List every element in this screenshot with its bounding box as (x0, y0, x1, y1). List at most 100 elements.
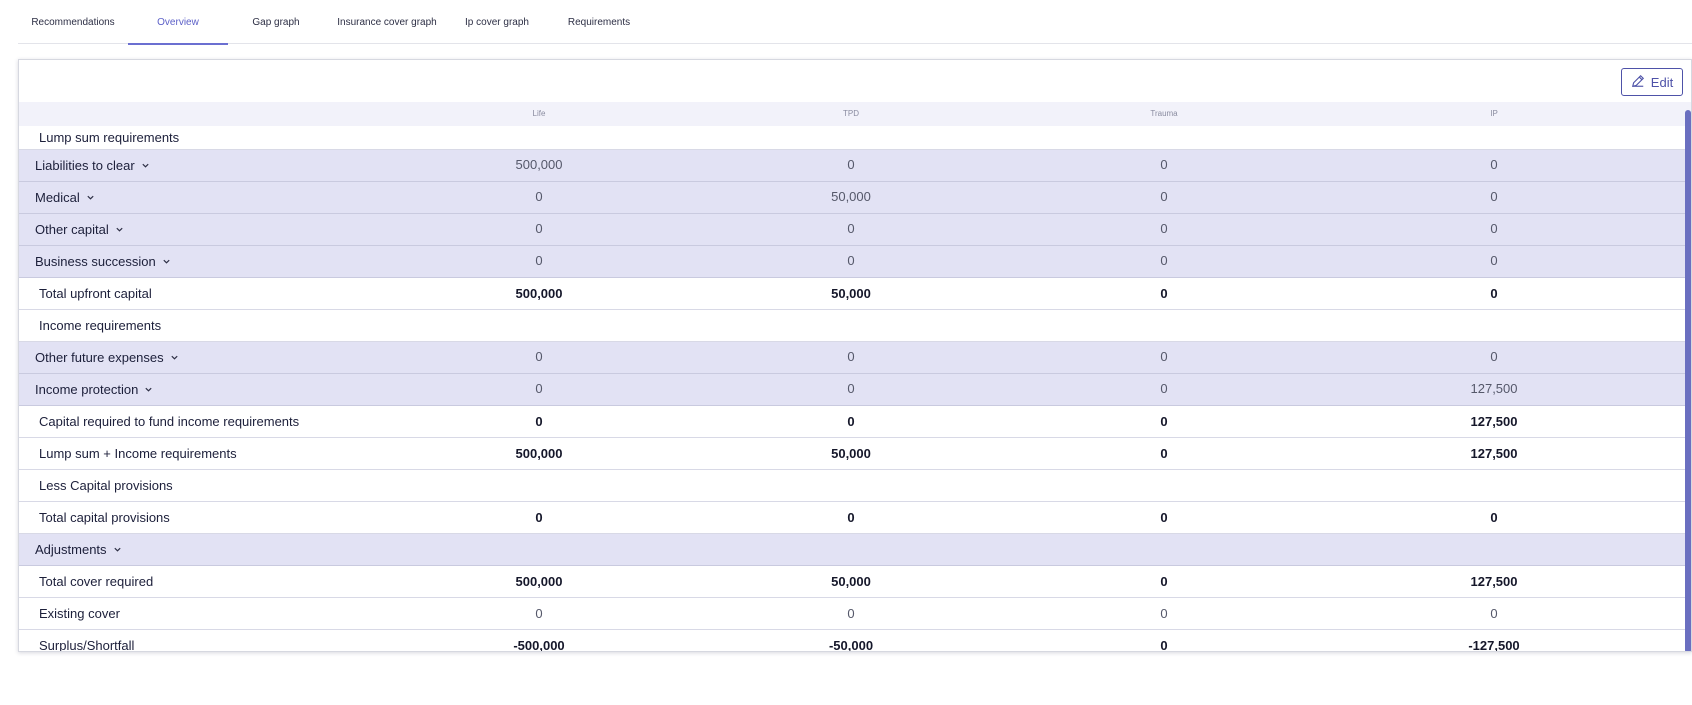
cell-trauma: 0 (1160, 606, 1168, 621)
cell-life: 0 (535, 510, 543, 525)
tab-gap-graph[interactable]: Gap graph (228, 0, 324, 44)
table-row[interactable]: Other capital 0 0 0 0 (19, 214, 1685, 246)
cell-ip: 127,500 (1470, 414, 1518, 429)
cell-life: 500,000 (515, 286, 563, 301)
chevron-down-icon[interactable] (162, 257, 171, 266)
cell-ip: 0 (1490, 606, 1498, 621)
table-row[interactable]: Medical 0 50,000 0 0 (19, 182, 1685, 214)
column-header-ip: IP (1490, 109, 1498, 118)
table-row[interactable]: Other future expenses 0 0 0 0 (19, 342, 1685, 374)
row-label: Surplus/Shortfall (39, 630, 135, 652)
cell-life: 500,000 (515, 446, 563, 461)
cell-tpd: 0 (847, 157, 855, 172)
chevron-down-icon[interactable] (86, 193, 95, 202)
cell-ip: 0 (1490, 253, 1498, 268)
cell-tpd: 50,000 (831, 189, 871, 204)
row-label-text: Income protection (35, 382, 139, 397)
cell-trauma: 0 (1160, 253, 1168, 268)
chevron-down-icon[interactable] (113, 545, 122, 554)
cell-trauma: 0 (1160, 510, 1168, 525)
table-row: Less Capital provisions (19, 470, 1685, 502)
cell-tpd: 50,000 (831, 286, 871, 301)
cell-tpd: 0 (847, 510, 855, 525)
cell-tpd: -50,000 (828, 638, 874, 652)
tab-bar: Recommendations Overview Gap graph Insuranc… (18, 0, 1692, 45)
table-row[interactable]: Income protection 0 0 0 127,500 (19, 374, 1685, 406)
edit-button[interactable]: Edit (1621, 68, 1683, 96)
cell-trauma: 0 (1160, 574, 1168, 589)
row-label: Other capital (35, 214, 124, 245)
cell-life: 0 (535, 606, 543, 621)
row-label-text: Adjustments (35, 542, 107, 557)
table-row: Income requirements (19, 310, 1685, 342)
cell-life: 0 (535, 221, 543, 236)
overview-card: Edit Life TPD Trauma IP Lump sum requiremen… (18, 59, 1692, 652)
cell-tpd: 0 (847, 253, 855, 268)
cell-trauma: 0 (1160, 349, 1168, 364)
row-label: Less Capital provisions (39, 470, 173, 501)
chevron-down-icon[interactable] (141, 161, 150, 170)
chevron-down-icon[interactable] (115, 225, 124, 234)
table-row[interactable]: Adjustments (19, 534, 1685, 566)
cell-trauma: 0 (1160, 414, 1168, 429)
row-label: Lump sum requirements (39, 126, 179, 149)
cell-tpd: 0 (847, 414, 855, 429)
cell-ip: 0 (1490, 221, 1498, 236)
row-label-text: Surplus/Shortfall (39, 638, 135, 652)
cell-ip: 0 (1490, 189, 1498, 204)
table-row[interactable]: Business succession 0 0 0 0 (19, 246, 1685, 278)
vertical-scrollbar[interactable] (1685, 110, 1691, 651)
cell-ip: 0 (1490, 510, 1498, 525)
row-label-text: Total cover required (39, 574, 154, 589)
row-label: Income protection (35, 374, 153, 405)
row-label-text: Lump sum requirements (39, 130, 180, 145)
row-label-text: Medical (35, 190, 80, 205)
cell-life: 0 (535, 414, 543, 429)
pencil-icon (1631, 74, 1645, 91)
cell-tpd: 0 (847, 606, 855, 621)
row-label-text: Capital required to fund income requirem… (39, 414, 300, 429)
cell-trauma: 0 (1160, 189, 1168, 204)
tab-insurance-cover-graph[interactable]: Insurance cover graph (324, 0, 450, 44)
row-label-text: Total upfront capital (39, 286, 152, 301)
tab-requirements[interactable]: Requirements (544, 0, 654, 44)
row-label: Medical (35, 182, 95, 213)
row-label-text: Lump sum + Income requirements (39, 446, 237, 461)
chevron-down-icon[interactable] (144, 385, 153, 394)
cell-trauma: 0 (1160, 381, 1168, 396)
cell-trauma: 0 (1160, 638, 1168, 652)
row-label: Total capital provisions (39, 502, 170, 533)
cell-tpd: 0 (847, 221, 855, 236)
table-row: Lump sum requirements (19, 126, 1685, 150)
table-row: Surplus/Shortfall -500,000 -50,000 0 -127,50… (19, 630, 1685, 652)
edit-label: Edit (1650, 74, 1674, 90)
cell-life: 500,000 (515, 157, 563, 172)
tab-ip-cover-graph[interactable]: Ip cover graph (450, 0, 544, 44)
row-label-text: Other capital (35, 222, 109, 237)
row-label: Total upfront capital (39, 278, 152, 309)
table-row[interactable]: Liabilities to clear 500,000 0 0 0 (19, 150, 1685, 182)
row-label: Income requirements (39, 310, 161, 341)
column-header-life: Life (532, 109, 546, 118)
row-label-text: Liabilities to clear (35, 158, 135, 173)
tab-recommendations[interactable]: Recommendations (18, 0, 128, 44)
cell-trauma: 0 (1160, 446, 1168, 461)
table-row: Lump sum + Income requirements 500,000 50,… (19, 438, 1685, 470)
cell-life: 0 (535, 349, 543, 364)
cell-ip: 127,500 (1470, 574, 1518, 589)
cell-life: 0 (535, 253, 543, 268)
column-header-trauma: Trauma (1150, 109, 1178, 118)
table-header: Life TPD Trauma IP (19, 102, 1691, 126)
row-label: Capital required to fund income requirem… (39, 406, 299, 437)
cell-ip: 0 (1490, 157, 1498, 172)
row-label-text: Less Capital provisions (39, 478, 173, 493)
cell-trauma: 0 (1160, 286, 1168, 301)
cell-trauma: 0 (1160, 157, 1168, 172)
cell-tpd: 50,000 (831, 446, 871, 461)
row-label-text: Business succession (35, 254, 156, 269)
tab-overview[interactable]: Overview (128, 0, 228, 45)
cell-ip: 0 (1490, 349, 1498, 364)
chevron-down-icon[interactable] (170, 353, 179, 362)
row-label: Lump sum + Income requirements (39, 438, 237, 469)
row-label: Total cover required (39, 566, 153, 597)
